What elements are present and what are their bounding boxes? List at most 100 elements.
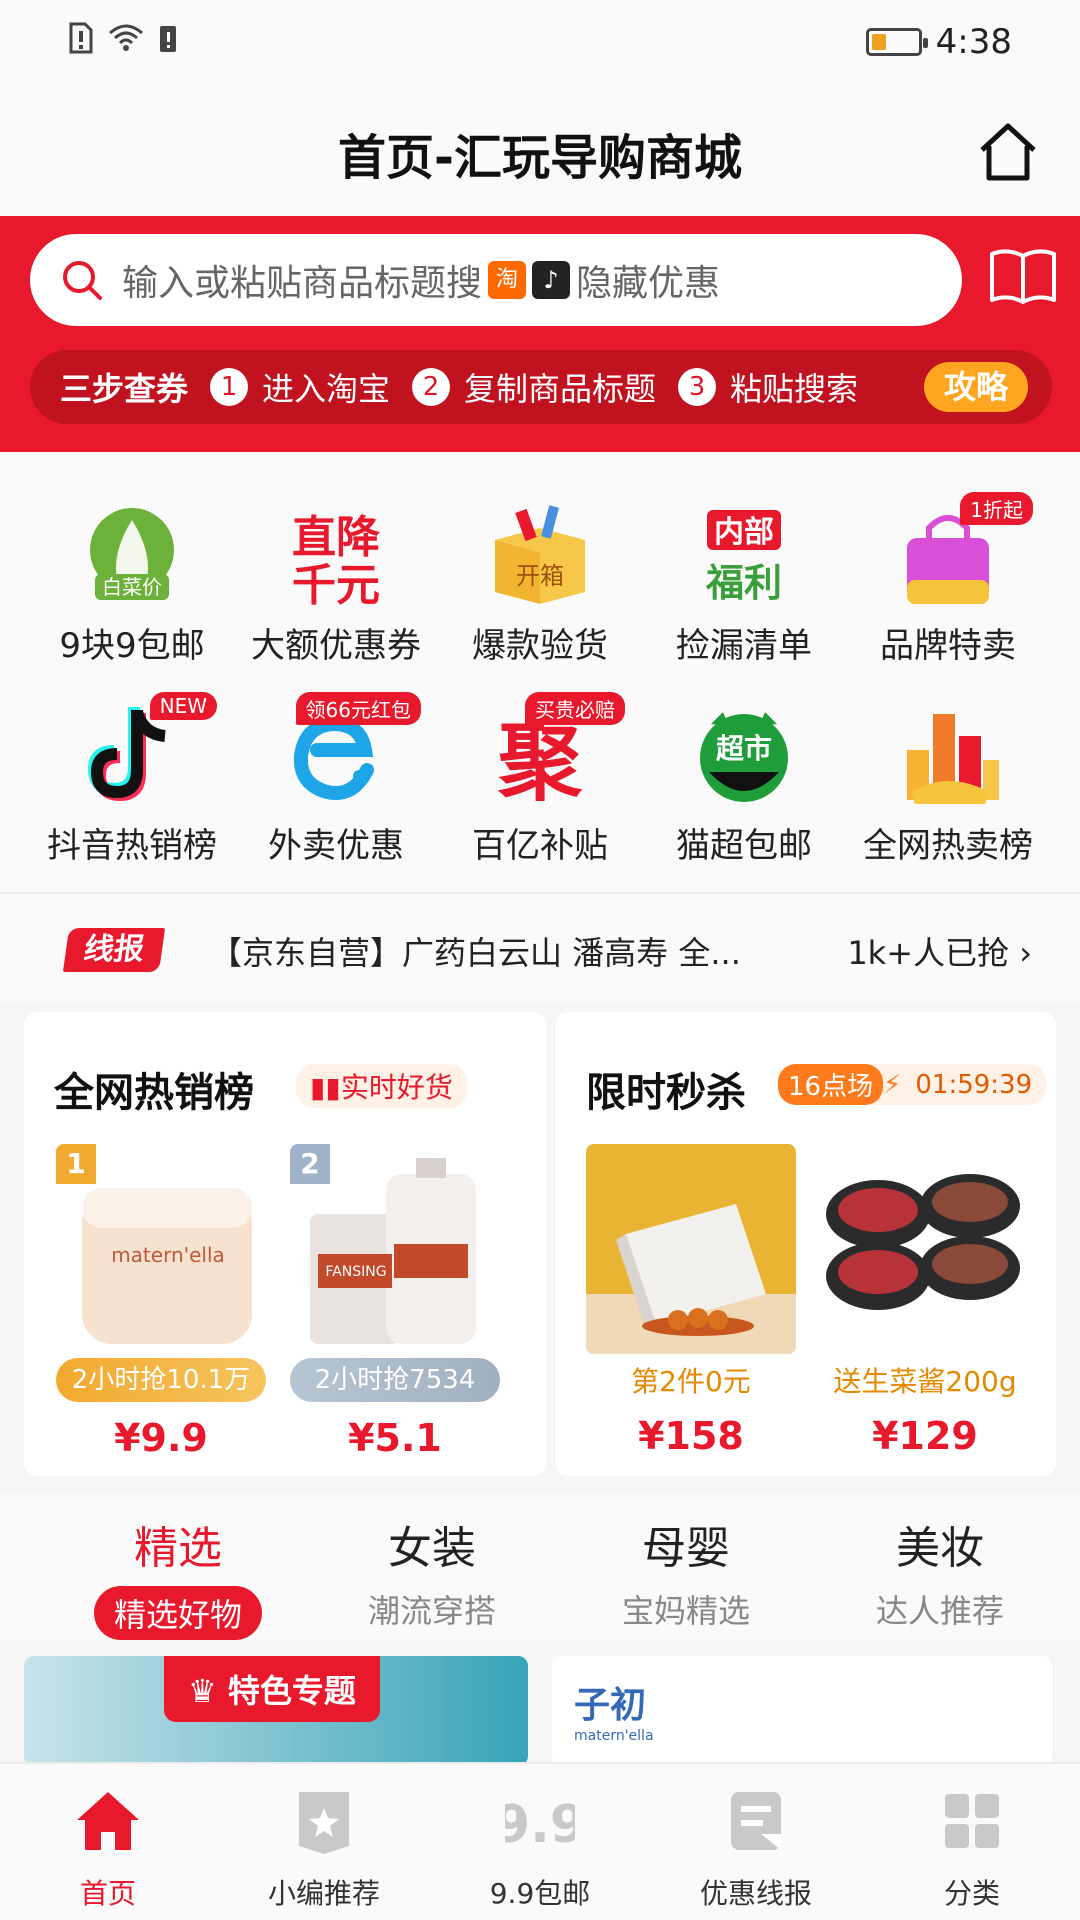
- hot-product-1[interactable]: matern'ella 1 2小时抢10.1万 ¥9.9: [56, 1144, 266, 1460]
- session-label: 16点场: [778, 1064, 884, 1105]
- grid-item-brand-sale[interactable]: 1折起 品牌特卖: [848, 492, 1048, 680]
- tab-subtitle: 潮流穿搭: [367, 1592, 496, 1630]
- product-image: FANSING 2: [290, 1144, 500, 1354]
- live-tag: ▮▮实时好货: [296, 1064, 467, 1108]
- grid-item-label: 大额优惠券: [251, 626, 421, 666]
- page-title: 首页-汇玩导购商城: [338, 130, 742, 186]
- grid-item-hot-check[interactable]: 开箱 爆款验货: [440, 500, 640, 680]
- grid-item-subsidy[interactable]: 聚 买贵必赔 百亿补贴: [440, 692, 640, 880]
- tab-beauty[interactable]: 美妆 达人推荐: [830, 1512, 1050, 1632]
- editor-pick-icon: [299, 1792, 349, 1854]
- news-text: 【京东自营】广药白云山 潘高寿 全...: [210, 934, 741, 972]
- category-grid-icon: [945, 1794, 999, 1848]
- book-icon[interactable]: [988, 246, 1058, 306]
- live-chart-icon: ▮▮: [310, 1071, 341, 1104]
- grid-item-bargain-list[interactable]: 内部 福利 捡漏清单: [644, 500, 844, 680]
- tab-title: 女装: [388, 1523, 476, 1574]
- nav-home[interactable]: 首页: [0, 1786, 216, 1912]
- grid-item-tag: 买贵必赔: [525, 692, 625, 725]
- nine-nine-icon: 9.9: [494, 1795, 586, 1855]
- grid-item-tag: 1折起: [960, 492, 1033, 525]
- nav-editor-pick[interactable]: 小编推荐: [216, 1786, 432, 1912]
- tab-womens[interactable]: 女装 潮流穿搭: [322, 1512, 542, 1632]
- product-brand: FANSING: [325, 1264, 386, 1280]
- grid-item-label: 百亿补贴: [472, 826, 608, 866]
- tab-mother-baby[interactable]: 母婴 宝妈精选: [576, 1512, 796, 1632]
- grid-item-big-coupon[interactable]: 直降 千元 大额优惠券: [236, 500, 436, 680]
- three-steps-bar: 三步查券 1 进入淘宝 2 复制商品标题 3 粘贴搜索 攻略: [30, 350, 1052, 424]
- tab-featured[interactable]: 精选 精选好物: [68, 1512, 288, 1640]
- brand-logo: 子初 matern'ella: [574, 1676, 654, 1744]
- internal-welfare-icon: 内部 福利: [689, 500, 799, 610]
- brand-logo-sub: matern'ella: [574, 1728, 654, 1744]
- hot-product-2[interactable]: FANSING 2 2小时抢7534 ¥5.1: [290, 1144, 500, 1460]
- grid-item-9-9[interactable]: 白菜价 9块9包邮: [32, 500, 232, 680]
- grid-item-label: 捡漏清单: [676, 626, 812, 666]
- taobao-icon: 淘: [488, 261, 527, 299]
- cabbage-icon-text: 白菜价: [102, 575, 162, 599]
- step-3: 3 粘贴搜索: [678, 364, 858, 410]
- news-tag: 线报: [62, 928, 166, 972]
- cabbage-icon: 白菜价: [77, 500, 187, 610]
- product-perk: 第2件0元: [631, 1365, 751, 1398]
- step-number: 3: [678, 368, 717, 406]
- live-tag-text: 实时好货: [340, 1071, 453, 1104]
- steps-lead: 三步查券: [60, 370, 189, 408]
- special-topic-label: 特色专题: [227, 1672, 356, 1710]
- sim-alert-icon: [69, 22, 93, 54]
- discount-text-icon: 直降 千元: [281, 500, 391, 611]
- eleme-icon: 领66元红包: [281, 692, 421, 810]
- step-1: 1 进入淘宝: [210, 364, 390, 410]
- product-image: matern'ella 1: [56, 1144, 266, 1354]
- status-bar: 4:38: [0, 0, 1080, 88]
- nav-label: 9.9包邮: [489, 1877, 591, 1910]
- tab-subtitle: 宝妈精选: [621, 1592, 750, 1630]
- product-image: [820, 1144, 1030, 1354]
- tmall-supermarket-icon: 超市: [689, 700, 799, 810]
- ju-icon: 聚 买贵必赔: [485, 692, 625, 812]
- step-label: 进入淘宝: [262, 370, 391, 408]
- flash-product-1[interactable]: 第2件0元 ¥158: [586, 1144, 796, 1458]
- deal-news-bar[interactable]: 线报 【京东自营】广药白云山 潘高寿 全... 1k+人已抢 ›: [0, 892, 1080, 1002]
- tab-title: 美妆: [896, 1523, 984, 1574]
- grid-item-takeout[interactable]: 领66元红包 外卖优惠: [236, 692, 436, 880]
- nav-category[interactable]: 分类: [864, 1786, 1080, 1912]
- flash-sale-card[interactable]: 限时秒杀 16点场 ⚡ 01:59:39 第2件0元 ¥158 送生菜酱200g…: [556, 1012, 1056, 1476]
- step-label: 复制商品标题: [464, 370, 657, 408]
- grid-item-label: 抖音热销榜: [47, 826, 217, 866]
- nav-label: 小编推荐: [267, 1877, 380, 1910]
- flash-product-2[interactable]: 送生菜酱200g ¥129: [820, 1144, 1030, 1458]
- search-input[interactable]: 输入或粘贴商品标题搜 淘 ♪ 隐藏优惠: [30, 234, 962, 326]
- guide-button[interactable]: 攻略: [923, 362, 1028, 412]
- special-topic-banner[interactable]: ♛ 特色专题: [24, 1656, 528, 1766]
- nav-deal-news[interactable]: 优惠线报: [648, 1786, 864, 1912]
- step-label: 粘贴搜索: [730, 370, 859, 408]
- brand-logo-main: 子初: [574, 1685, 647, 1726]
- rank-badge: 2: [290, 1144, 330, 1184]
- svg-text:直降: 直降: [292, 512, 380, 563]
- sold-count: 2小时抢7534: [290, 1358, 500, 1402]
- home-icon[interactable]: [976, 120, 1040, 184]
- battery-icon: [865, 28, 928, 56]
- chevron-right-icon: ›: [1019, 934, 1032, 972]
- flash-sale-session: 16点场 ⚡ 01:59:39: [778, 1064, 1047, 1105]
- flash-sale-title: 限时秒杀: [586, 1070, 746, 1116]
- grid-item-douyin-hot[interactable]: NEW 抖音热销榜: [32, 692, 232, 880]
- grid-item-all-hot[interactable]: 全网热卖榜: [848, 700, 1048, 880]
- nav-label: 首页: [79, 1877, 136, 1910]
- svg-text:内部: 内部: [714, 515, 774, 550]
- product-price: ¥158: [638, 1414, 744, 1458]
- special-topic-badge: ♛ 特色专题: [164, 1656, 380, 1722]
- brand-banner[interactable]: 子初 matern'ella: [552, 1656, 1052, 1766]
- grid-item-tmall-supermarket[interactable]: 超市 猫超包邮: [644, 700, 844, 880]
- tab-subtitle: 精选好物: [93, 1586, 262, 1640]
- grid-item-label: 猫超包邮: [676, 826, 812, 866]
- douyin-icon: ♪: [532, 261, 571, 299]
- douyin-icon: NEW: [77, 692, 217, 810]
- category-tabs: 精选 精选好物 女装 潮流穿搭 母婴 宝妈精选 美妆 达人推荐: [0, 1494, 1080, 1640]
- open-box-icon-text: 开箱: [516, 562, 564, 590]
- hot-ranking-card[interactable]: 全网热销榜 ▮▮实时好货 matern'ella 1 2小时抢10.1万 ¥9.…: [24, 1012, 546, 1476]
- nav-nine-nine[interactable]: 9.9 9.9包邮: [432, 1786, 648, 1912]
- bottom-nav: 首页 小编推荐 9.9 9.9包邮 优惠线报 分类: [0, 1762, 1080, 1920]
- product-brand: matern'ella: [111, 1243, 225, 1267]
